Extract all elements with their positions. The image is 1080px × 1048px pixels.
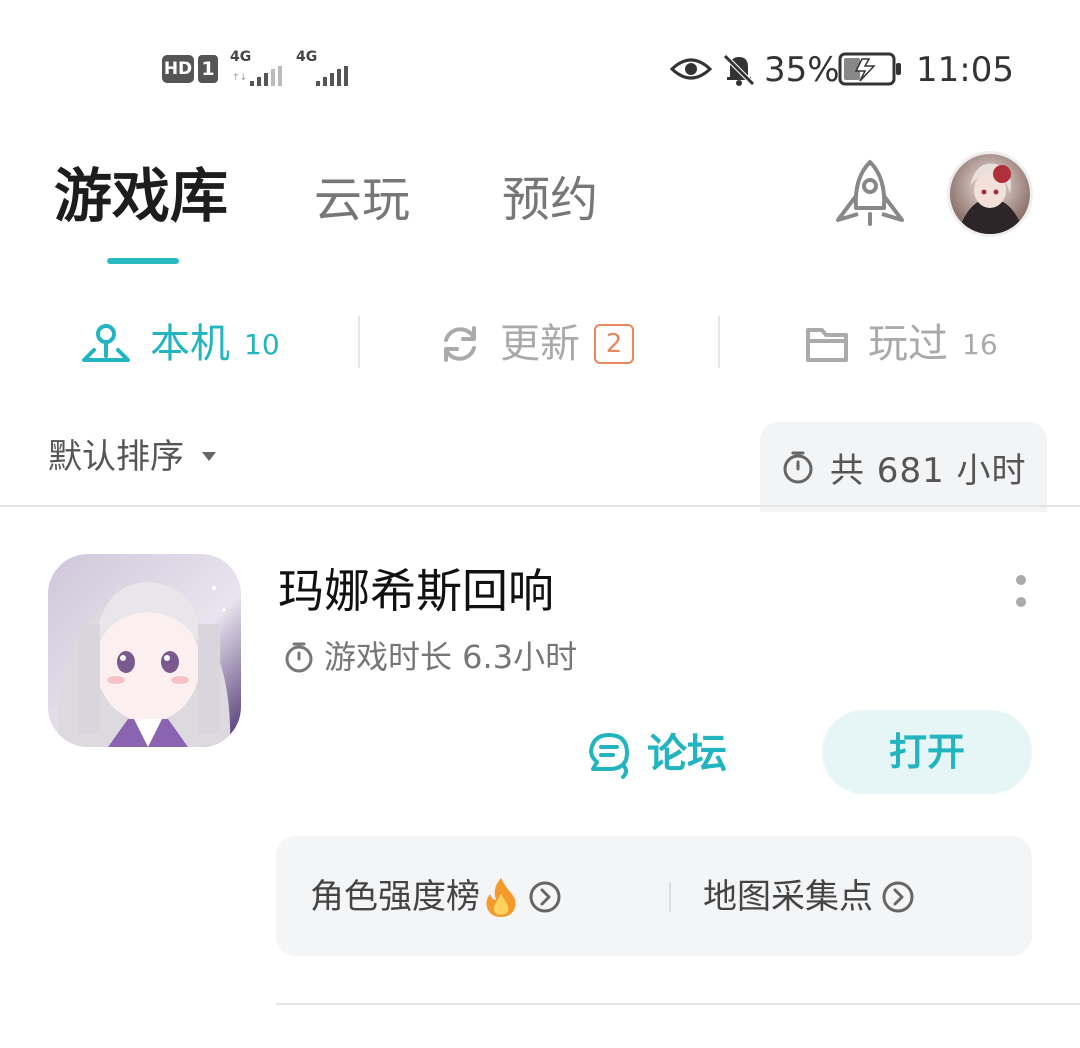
circle-chevron-right-icon [882, 881, 914, 913]
game-playtime-text: 游戏时长 6.3小时 [324, 638, 578, 676]
quick-link-label: 角色强度榜 [310, 877, 480, 917]
location-pin-icon [82, 324, 130, 362]
folder-icon [806, 328, 848, 362]
game-title[interactable]: 玛娜希斯回响 [278, 562, 554, 620]
network-type-label: 4G [296, 49, 318, 65]
more-options-icon[interactable] [1012, 574, 1030, 608]
refresh-icon [444, 326, 476, 362]
tab-game-library[interactable]: 游戏库 [54, 166, 228, 226]
network-type-label: 4G [230, 49, 252, 65]
hd-indicator: HD [162, 55, 194, 83]
stopwatch-icon [285, 642, 313, 673]
card-divider [276, 1003, 1080, 1005]
tab-cloud-play[interactable]: 云玩 [314, 170, 410, 230]
bell-muted-icon [723, 54, 755, 86]
subtab-divider [718, 316, 720, 368]
signal-bars-icon [316, 66, 348, 86]
game-playtime: 游戏时长 6.3小时 [282, 636, 577, 678]
tab-reservation[interactable]: 预约 [502, 170, 598, 230]
forum-button[interactable]: 论坛 [585, 726, 727, 782]
fire-icon [486, 878, 516, 917]
stopwatch-icon [783, 451, 813, 484]
user-avatar[interactable] [946, 150, 1034, 238]
update-count-badge: 2 [594, 324, 634, 364]
battery-percent: 35% [764, 50, 840, 90]
subtab-played-label: 玩过 [868, 321, 948, 367]
active-tab-indicator [107, 258, 179, 264]
forum-button-label: 论坛 [647, 731, 727, 777]
sort-dropdown[interactable]: 默认排序 [48, 435, 184, 479]
open-game-button[interactable]: 打开 [822, 710, 1032, 794]
circle-chevron-right-icon [529, 881, 561, 913]
subtab-local-count: 10 [244, 327, 280, 361]
subtab-update-label: 更新 [500, 321, 580, 367]
quick-link-label: 地图采集点 [703, 877, 873, 917]
total-playtime-pill: 共 681 小时 [760, 422, 1047, 512]
subtab-update[interactable]: 更新 2 [438, 318, 634, 370]
clock-time: 11:05 [916, 50, 1014, 90]
signal-bars-icon: ↑↓ [232, 66, 282, 86]
quick-link-character-tier[interactable]: 角色强度榜 [310, 872, 562, 922]
subtab-played-count: 16 [962, 327, 998, 361]
game-app-icon[interactable] [48, 554, 241, 747]
subtab-divider [358, 316, 360, 368]
rocket-icon[interactable] [832, 158, 908, 232]
eye-icon [670, 58, 712, 80]
subtab-played[interactable]: 玩过 16 [804, 318, 998, 370]
section-divider [0, 505, 1080, 507]
total-playtime-text: 共 681 小时 [830, 450, 1027, 491]
chat-bubble-icon [589, 733, 629, 779]
battery-charging-icon [838, 52, 901, 86]
quick-link-map-points[interactable]: 地图采集点 [703, 872, 915, 922]
caret-down-icon[interactable] [202, 452, 216, 461]
sim-indicator: 1 [198, 55, 218, 83]
svg-text:↑↓: ↑↓ [232, 73, 247, 83]
subtab-local-label: 本机 [150, 321, 230, 367]
subtab-local[interactable]: 本机 10 [80, 318, 280, 370]
quick-links-divider [669, 882, 671, 912]
